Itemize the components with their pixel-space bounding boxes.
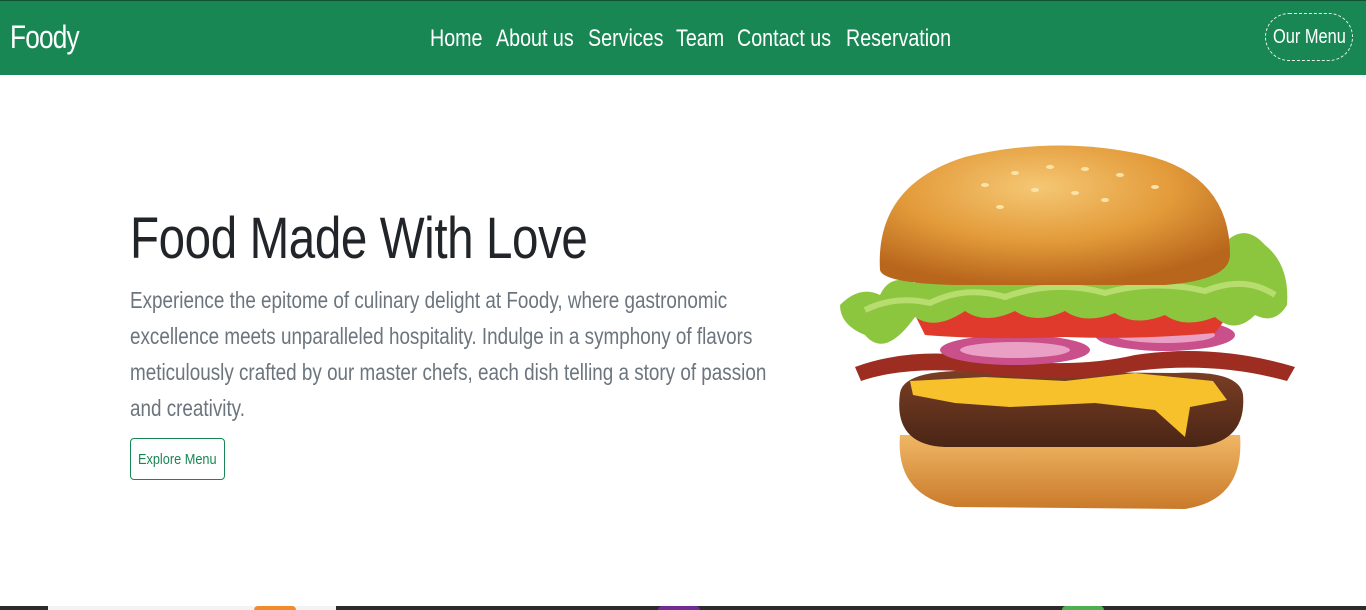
explore-menu-button[interactable]: Explore Menu (130, 438, 225, 480)
hero-description: Experience the epitome of culinary delig… (130, 287, 767, 421)
burger-image (840, 145, 1295, 509)
our-menu-button[interactable]: Our Menu (1265, 13, 1353, 61)
feature-icon-orange (254, 606, 296, 610)
navbar: Foody Home About us Services Team Contac… (0, 0, 1366, 75)
nav-link-contact[interactable]: Contact us (737, 25, 831, 53)
nav-link-team[interactable]: Team (676, 25, 726, 53)
our-menu-label: Our Menu (1272, 25, 1346, 48)
brand-logo[interactable]: Foody (10, 19, 80, 56)
feature-icon-purple (658, 606, 700, 610)
feature-icon-green (1062, 606, 1104, 610)
hero-title: Food Made With Love (130, 206, 588, 271)
nav-links: Home About us Services Team Contact us R… (430, 25, 956, 53)
explore-menu-label: Explore Menu (138, 450, 217, 468)
nav-link-about[interactable]: About us (496, 25, 574, 53)
bottom-section-edge (0, 606, 1366, 610)
nav-link-home[interactable]: Home (430, 25, 484, 53)
nav-link-services[interactable]: Services (588, 25, 663, 53)
nav-link-reservation[interactable]: Reservation (846, 25, 951, 53)
